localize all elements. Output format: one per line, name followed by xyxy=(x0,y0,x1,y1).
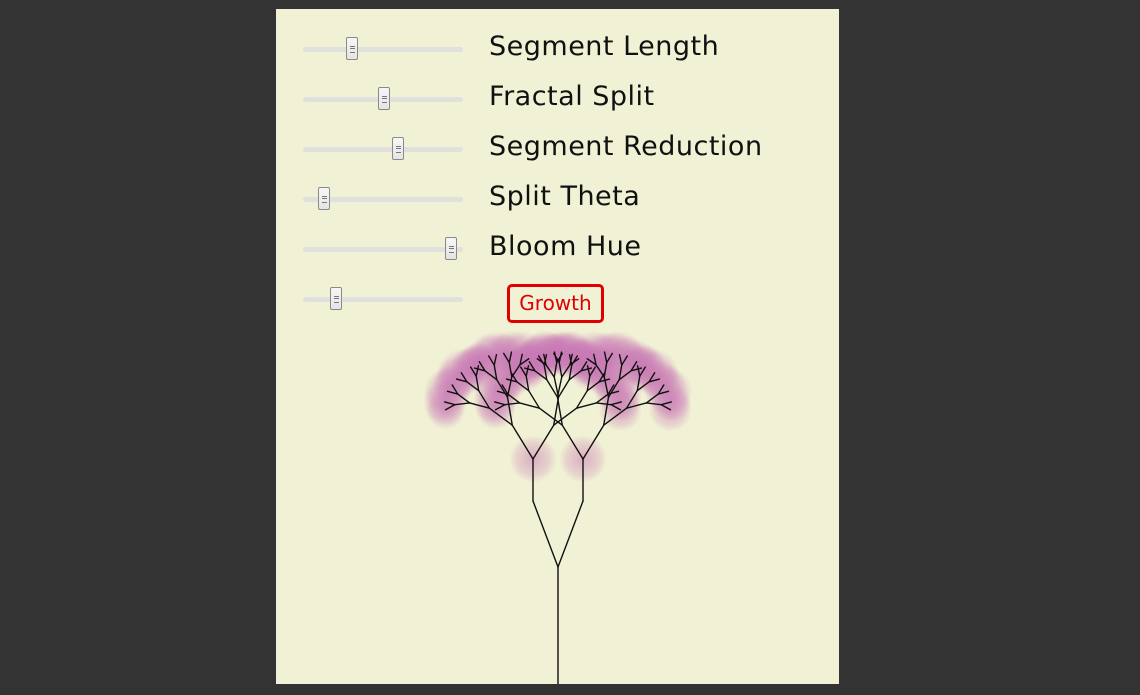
tree-branch xyxy=(532,500,559,568)
canvas-panel: Segment Length Fractal Split Segment Red… xyxy=(276,9,839,684)
tree-branch xyxy=(538,407,564,426)
tree-branch xyxy=(552,407,578,426)
fractal-tree xyxy=(422,330,693,684)
tree-branch xyxy=(557,500,584,568)
